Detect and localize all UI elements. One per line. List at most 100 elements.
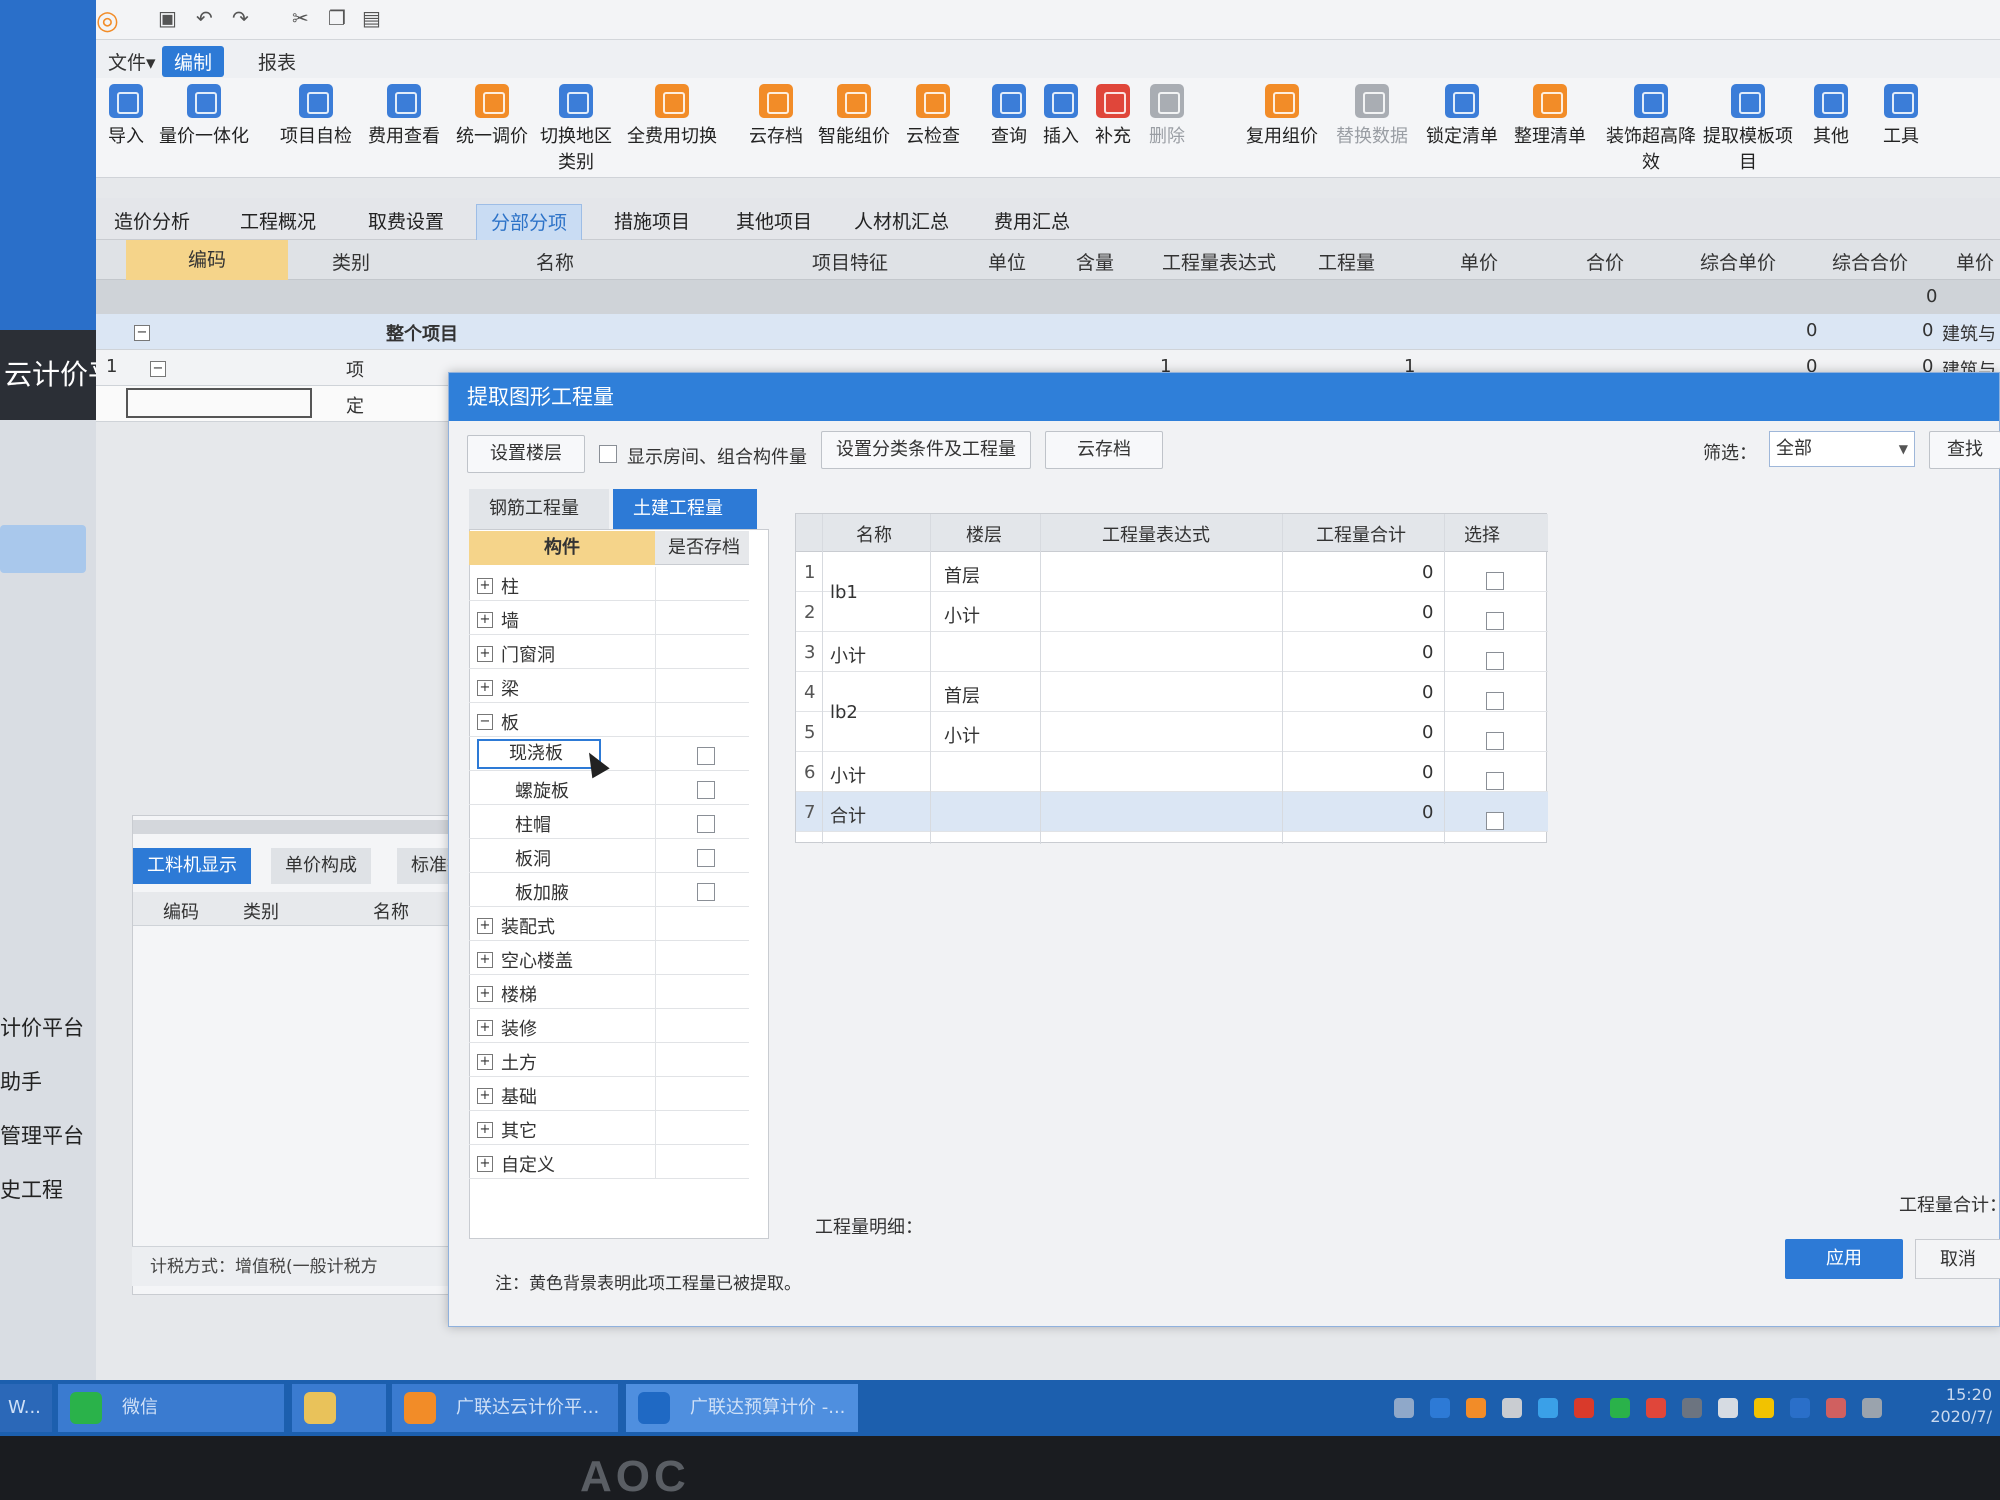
expand-icon[interactable]: + [477,1117,493,1138]
tree-item[interactable]: + 土方 [469,1043,749,1077]
col-unit-price-2[interactable]: 单价 [1956,248,1994,275]
tray-app-icon[interactable] [1430,1398,1450,1418]
expand-icon[interactable]: + [477,913,493,934]
left-nav-item-history[interactable]: 史工程 [0,1174,96,1204]
save-icon[interactable]: ▣ [158,6,177,30]
tree-item[interactable]: 螺旋板 [469,771,749,805]
archive-checkbox[interactable] [697,846,715,868]
archive-checkbox[interactable] [697,812,715,834]
table-row[interactable]: − 整个项目 0 0 建筑与 [96,314,2000,350]
qty-price-button[interactable]: 量价一体化 [154,84,254,148]
tab-fee-settings[interactable]: 取费设置 [354,204,458,240]
tree-item[interactable]: + 空心楼盖 [469,941,749,975]
expand-icon[interactable]: + [477,1015,493,1036]
col-name[interactable]: 名称 [536,248,574,275]
taskbar-item-budget[interactable]: 广联达预算计价 -... [626,1384,858,1432]
tree-item[interactable]: 现浇板 [469,737,749,771]
taskbar-item-word[interactable]: W... [0,1384,52,1432]
set-floor-button[interactable]: 设置楼层 [467,435,585,473]
other-button[interactable]: 其他 [1806,84,1856,148]
tree-item[interactable]: 板加腋 [469,873,749,907]
copy-icon[interactable]: ❐ [328,6,346,30]
cloud-check-button[interactable]: 云检查 [900,84,966,148]
tree-item[interactable]: + 梁 [469,669,749,703]
expand-icon[interactable]: + [477,981,493,1002]
printer-icon[interactable] [1502,1398,1522,1418]
col-select[interactable]: 选择 [1464,521,1500,547]
menu-file[interactable]: 文件▾ [96,46,168,77]
search-button[interactable]: 查找 [1929,431,2000,469]
self-check-button[interactable]: 项目自检 [276,84,356,148]
col-unit-price[interactable]: 单价 [1460,248,1498,275]
show-rooms-checkbox[interactable] [599,445,617,463]
display-icon[interactable] [1862,1398,1882,1418]
table-row[interactable]: 3 小计 0 [796,632,1548,672]
col-expression[interactable]: 工程量表达式 [1162,248,1276,275]
tree-item[interactable]: + 墙 [469,601,749,635]
expand-icon[interactable]: + [477,675,493,696]
supplement-button[interactable]: 补充 [1090,84,1136,148]
tree-item[interactable]: + 其它 [469,1111,749,1145]
col-quantity[interactable]: 工程量 [1318,248,1375,275]
expand-icon[interactable]: + [477,1083,493,1104]
tools-button[interactable]: 工具 [1876,84,1926,148]
col-name[interactable]: 名称 [856,521,892,547]
tray-bird-icon[interactable] [1538,1398,1558,1418]
cut-icon[interactable]: ✂ [292,6,309,30]
expand-icon[interactable]: + [477,607,493,628]
redo-icon[interactable]: ↷ [232,6,249,30]
left-nav-selected[interactable] [0,525,86,573]
clock[interactable]: 15:20 2020/7/ [1930,1384,1992,1428]
tree-item[interactable]: + 基础 [469,1077,749,1111]
table-row[interactable]: 7 合计 0 [796,792,1548,832]
organize-list-button[interactable]: 整理清单 [1510,84,1590,148]
undo-icon[interactable]: ↶ [196,6,213,30]
fee-view-button[interactable]: 费用查看 [364,84,444,148]
col-feature[interactable]: 项目特征 [812,248,888,275]
tab-labor-material[interactable]: 工料机显示 [133,848,251,884]
taskbar-item-wechat[interactable]: 微信 [58,1384,284,1432]
full-fee-button[interactable]: 全费用切换 [622,84,722,148]
left-nav-item-management[interactable]: 管理平台 [0,1120,96,1150]
table-row[interactable]: 4 lb2 首层 0 [796,672,1548,723]
expand-icon[interactable]: + [477,641,493,662]
keyboard-icon[interactable] [1394,1398,1414,1418]
tab-fee-summary[interactable]: 费用汇总 [980,204,1084,240]
col-type[interactable]: 类别 [332,248,370,275]
col-comp-total[interactable]: 综合合价 [1832,248,1908,275]
col-content[interactable]: 含量 [1076,248,1114,275]
filter-select[interactable]: 全部 ▼ [1769,431,1915,467]
tab-project-overview[interactable]: 工程概况 [226,204,330,240]
tree-item[interactable]: − 板 [469,703,749,737]
tab-material-summary[interactable]: 人材机汇总 [840,204,963,240]
tab-other-items[interactable]: 其他项目 [722,204,826,240]
archive-checkbox[interactable] [697,778,715,800]
taskbar-item-explorer[interactable] [292,1384,386,1432]
replace-data-button[interactable]: 替换数据 [1332,84,1412,148]
horizontal-scrollbar[interactable] [133,820,501,834]
wps-icon[interactable] [1574,1398,1594,1418]
insert-button[interactable]: 插入 [1038,84,1084,148]
smart-pricing-button[interactable]: 智能组价 [814,84,894,148]
tab-measures[interactable]: 措施项目 [600,204,704,240]
archive-checkbox[interactable] [697,744,715,766]
tab-sub-items[interactable]: 分部分项 [476,204,583,240]
menu-edit[interactable]: 编制 [162,46,225,77]
expand-icon[interactable]: + [477,1151,493,1172]
lock-list-button[interactable]: 锁定清单 [1422,84,1502,148]
reuse-pricing-button[interactable]: 复用组价 [1242,84,1322,148]
tray-blue-icon[interactable] [1790,1398,1810,1418]
tree-item[interactable]: + 楼梯 [469,975,749,1009]
table-row[interactable]: 6 小计 0 [796,752,1548,792]
col-code[interactable]: 编码 [126,240,289,280]
collapse-toggle[interactable]: − [150,356,166,377]
bell-icon[interactable] [1718,1398,1738,1418]
set-classify-button[interactable]: 设置分类条件及工程量 [821,431,1031,469]
volume-muted-icon[interactable] [1826,1398,1846,1418]
expand-icon[interactable]: + [477,573,493,594]
apply-button[interactable]: 应用 [1785,1239,1903,1279]
tray-cloud-icon[interactable] [1466,1398,1486,1418]
switch-region-button[interactable]: 切换地区类别 [536,84,616,174]
table-row[interactable]: 2 小计 0 [796,592,1548,632]
left-nav-item-assistant[interactable]: 助手 [0,1066,96,1096]
